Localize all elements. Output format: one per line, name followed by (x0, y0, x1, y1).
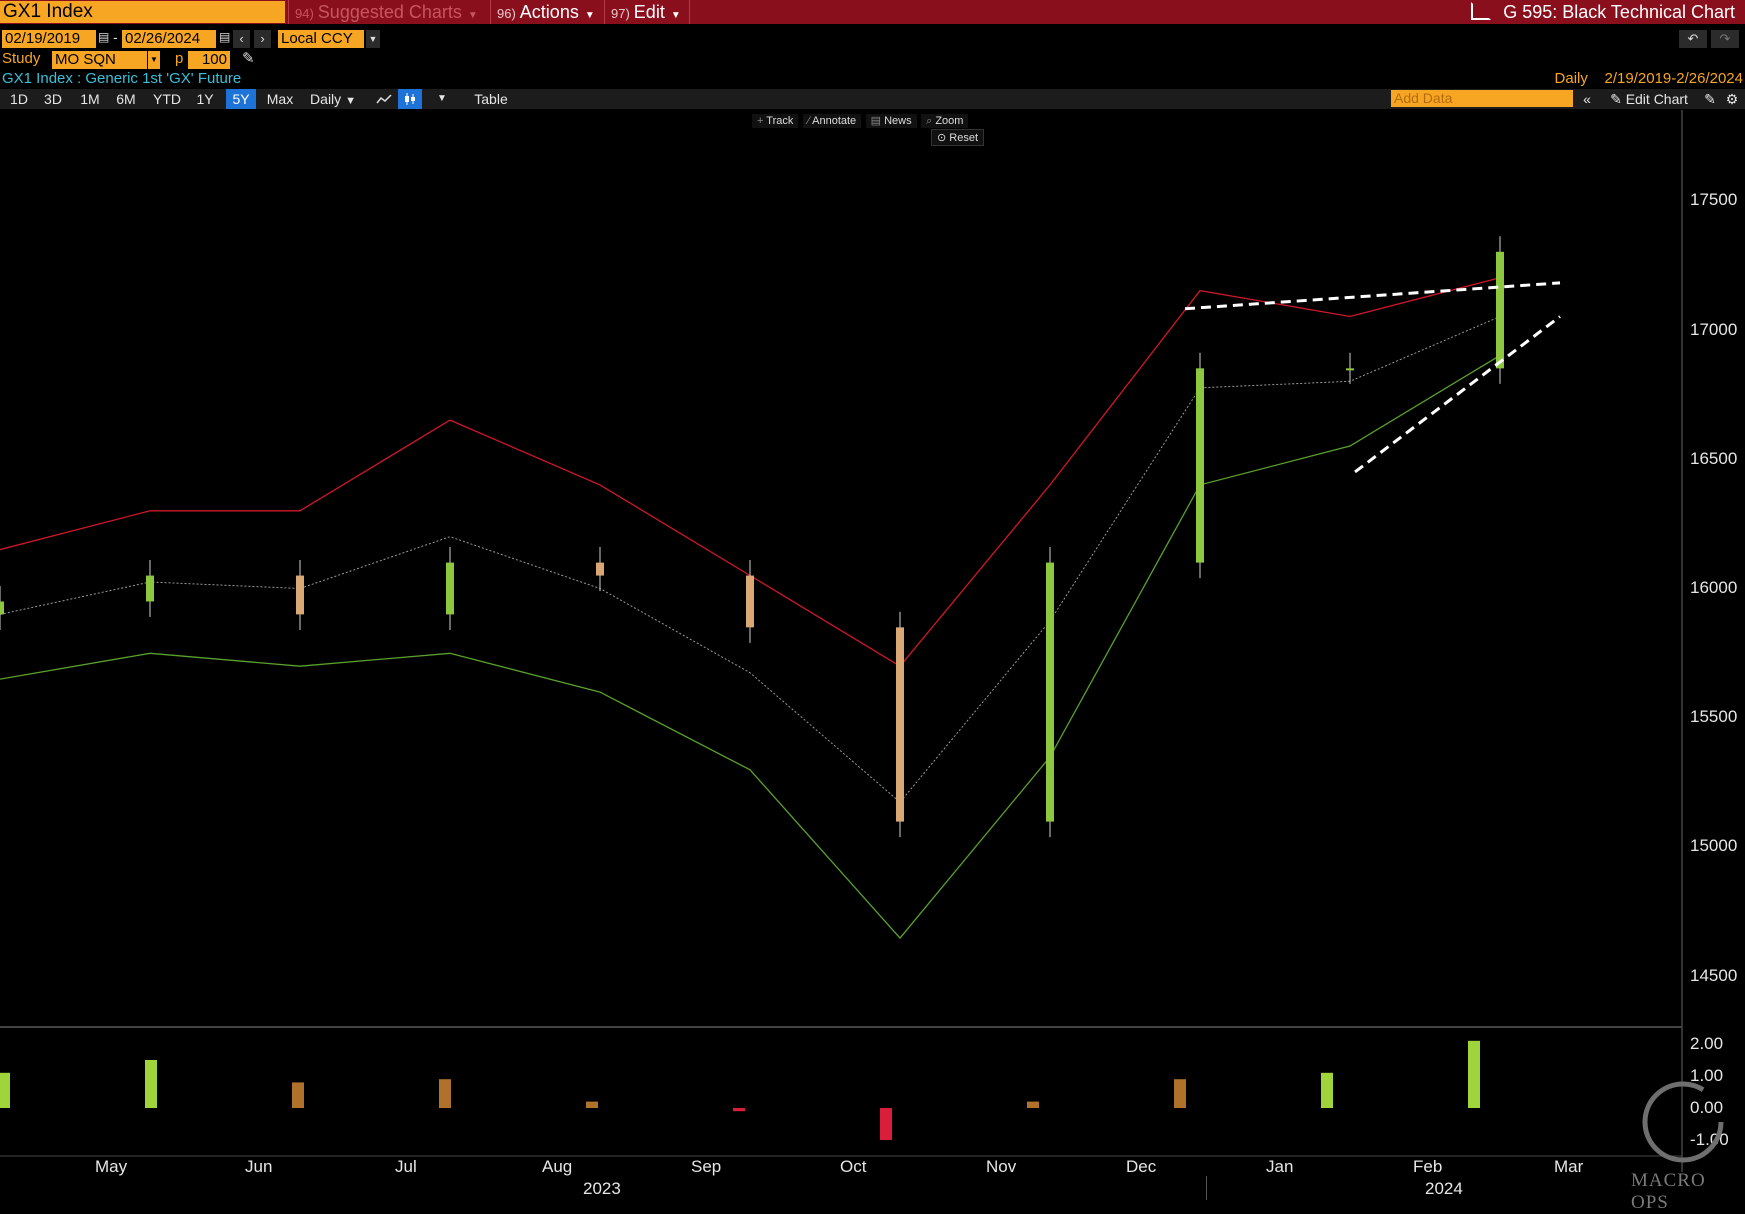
year-divider (1206, 1176, 1207, 1200)
candle-body (1046, 562, 1054, 822)
oscillator-bar (439, 1079, 451, 1108)
logo-circle-icon (1642, 1081, 1724, 1163)
x-tick-label: Aug (542, 1157, 573, 1176)
year-label: 2023 (583, 1179, 621, 1198)
price-chart[interactable] (0, 0, 1745, 1200)
lower-band (0, 354, 1501, 940)
candle-body (0, 601, 4, 615)
y-tick-label: 15000 (1690, 836, 1738, 855)
x-tick-label: Oct (840, 1157, 867, 1176)
candle-body (446, 562, 454, 615)
y-tick-label: 16000 (1690, 578, 1738, 597)
x-tick-label: Nov (986, 1157, 1017, 1176)
x-tick-label: Jul (395, 1157, 417, 1176)
oscillator-bar (0, 1072, 10, 1108)
y-tick-label: 16500 (1690, 449, 1738, 468)
y-tick-label: 17000 (1690, 320, 1738, 339)
x-tick-label: Jan (1266, 1157, 1294, 1176)
candles (0, 236, 1504, 838)
candle-body (1496, 251, 1504, 369)
candle-body (1196, 368, 1204, 563)
candle-body (1346, 368, 1354, 371)
lower-band-line (0, 354, 1501, 940)
x-tick-label: Mar (1554, 1157, 1584, 1176)
y-tick-label: 14500 (1690, 966, 1738, 985)
y-tick-label: 17500 (1690, 190, 1738, 209)
middle-band (0, 316, 1501, 803)
watermark-logo: MACRO OPS (1625, 1070, 1745, 1213)
candle-body (146, 575, 154, 602)
oscillator-bar (586, 1101, 598, 1108)
oscillator-bar (145, 1060, 157, 1108)
oscillator-bars (0, 1040, 1480, 1140)
x-tick-label: Feb (1413, 1157, 1443, 1176)
osc-tick-label: 2.00 (1690, 1034, 1724, 1053)
oscillator-bar (1468, 1040, 1480, 1108)
x-tick-label: May (95, 1157, 128, 1176)
x-tick-label: Dec (1126, 1157, 1157, 1176)
oscillator-bar (733, 1108, 745, 1112)
candle-body (746, 575, 754, 628)
middle-band-line (0, 316, 1501, 803)
x-tick-label: Jun (245, 1157, 273, 1176)
oscillator-bar (1027, 1101, 1039, 1108)
candle-body (296, 575, 304, 615)
x-tick-label: Sep (691, 1157, 722, 1176)
oscillator-bar (1174, 1079, 1186, 1108)
year-label: 2024 (1425, 1179, 1463, 1198)
candle-body (596, 562, 604, 576)
trendline (1354, 315, 1561, 474)
oscillator-bar (880, 1108, 892, 1140)
oscillator-bar (292, 1082, 304, 1108)
candle-body (896, 627, 904, 822)
y-tick-label: 15500 (1690, 707, 1738, 726)
oscillator-bar (1321, 1072, 1333, 1108)
watermark-text: MACRO OPS (1631, 1170, 1706, 1213)
